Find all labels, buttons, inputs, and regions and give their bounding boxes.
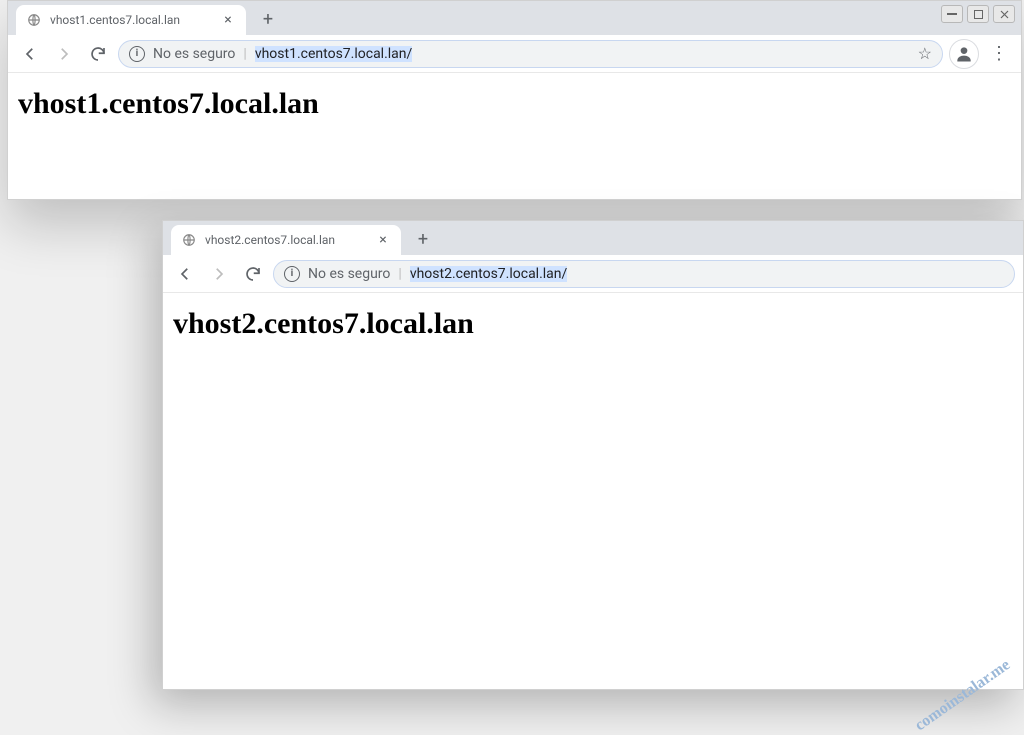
new-tab-button[interactable]: + — [254, 5, 282, 33]
tab-strip: vhost2.centos7.local.lan × + — [163, 221, 1023, 255]
tab-title: vhost1.centos7.local.lan — [50, 13, 212, 27]
forward-button[interactable] — [50, 40, 78, 68]
browser-tab[interactable]: vhost2.centos7.local.lan × — [171, 225, 401, 255]
menu-button[interactable]: ⋮ — [985, 40, 1013, 68]
window-controls — [941, 5, 1015, 23]
reload-button[interactable] — [84, 40, 112, 68]
back-button[interactable] — [171, 260, 199, 288]
security-label: No es seguro — [308, 266, 390, 282]
info-icon[interactable]: i — [284, 266, 300, 282]
close-tab-icon[interactable]: × — [375, 232, 391, 248]
address-bar[interactable]: i No es seguro | vhost1.centos7.local.la… — [118, 40, 943, 68]
close-window-button[interactable] — [993, 5, 1015, 23]
browser-window-1: vhost1.centos7.local.lan × + i N — [7, 0, 1022, 200]
toolbar: i No es seguro | vhost2.centos7.local.la… — [163, 255, 1023, 293]
forward-button[interactable] — [205, 260, 233, 288]
info-icon[interactable]: i — [129, 46, 145, 62]
toolbar: i No es seguro | vhost1.centos7.local.la… — [8, 35, 1021, 73]
minimize-button[interactable] — [941, 5, 963, 23]
close-tab-icon[interactable]: × — [220, 12, 236, 28]
back-button[interactable] — [16, 40, 44, 68]
separator: | — [398, 266, 401, 282]
maximize-button[interactable] — [967, 5, 989, 23]
page-heading: vhost1.centos7.local.lan — [18, 87, 1011, 121]
profile-button[interactable] — [949, 39, 979, 69]
page-content: vhost1.centos7.local.lan — [8, 73, 1021, 199]
browser-tab[interactable]: vhost1.centos7.local.lan × — [16, 5, 246, 35]
url-text: vhost2.centos7.local.lan/ — [410, 266, 568, 282]
security-label: No es seguro — [153, 46, 235, 62]
page-heading: vhost2.centos7.local.lan — [173, 307, 1013, 341]
tab-strip: vhost1.centos7.local.lan × + — [8, 1, 1021, 35]
new-tab-button[interactable]: + — [409, 225, 437, 253]
address-bar[interactable]: i No es seguro | vhost2.centos7.local.la… — [273, 260, 1015, 288]
tab-title: vhost2.centos7.local.lan — [205, 233, 367, 247]
globe-icon — [26, 12, 42, 28]
reload-button[interactable] — [239, 260, 267, 288]
bookmark-star-icon[interactable]: ☆ — [918, 44, 932, 63]
browser-window-2: vhost2.centos7.local.lan × + i No es seg… — [162, 220, 1024, 690]
globe-icon — [181, 232, 197, 248]
page-content: vhost2.centos7.local.lan — [163, 293, 1023, 689]
url-text: vhost1.centos7.local.lan/ — [255, 46, 413, 62]
separator: | — [243, 46, 246, 62]
